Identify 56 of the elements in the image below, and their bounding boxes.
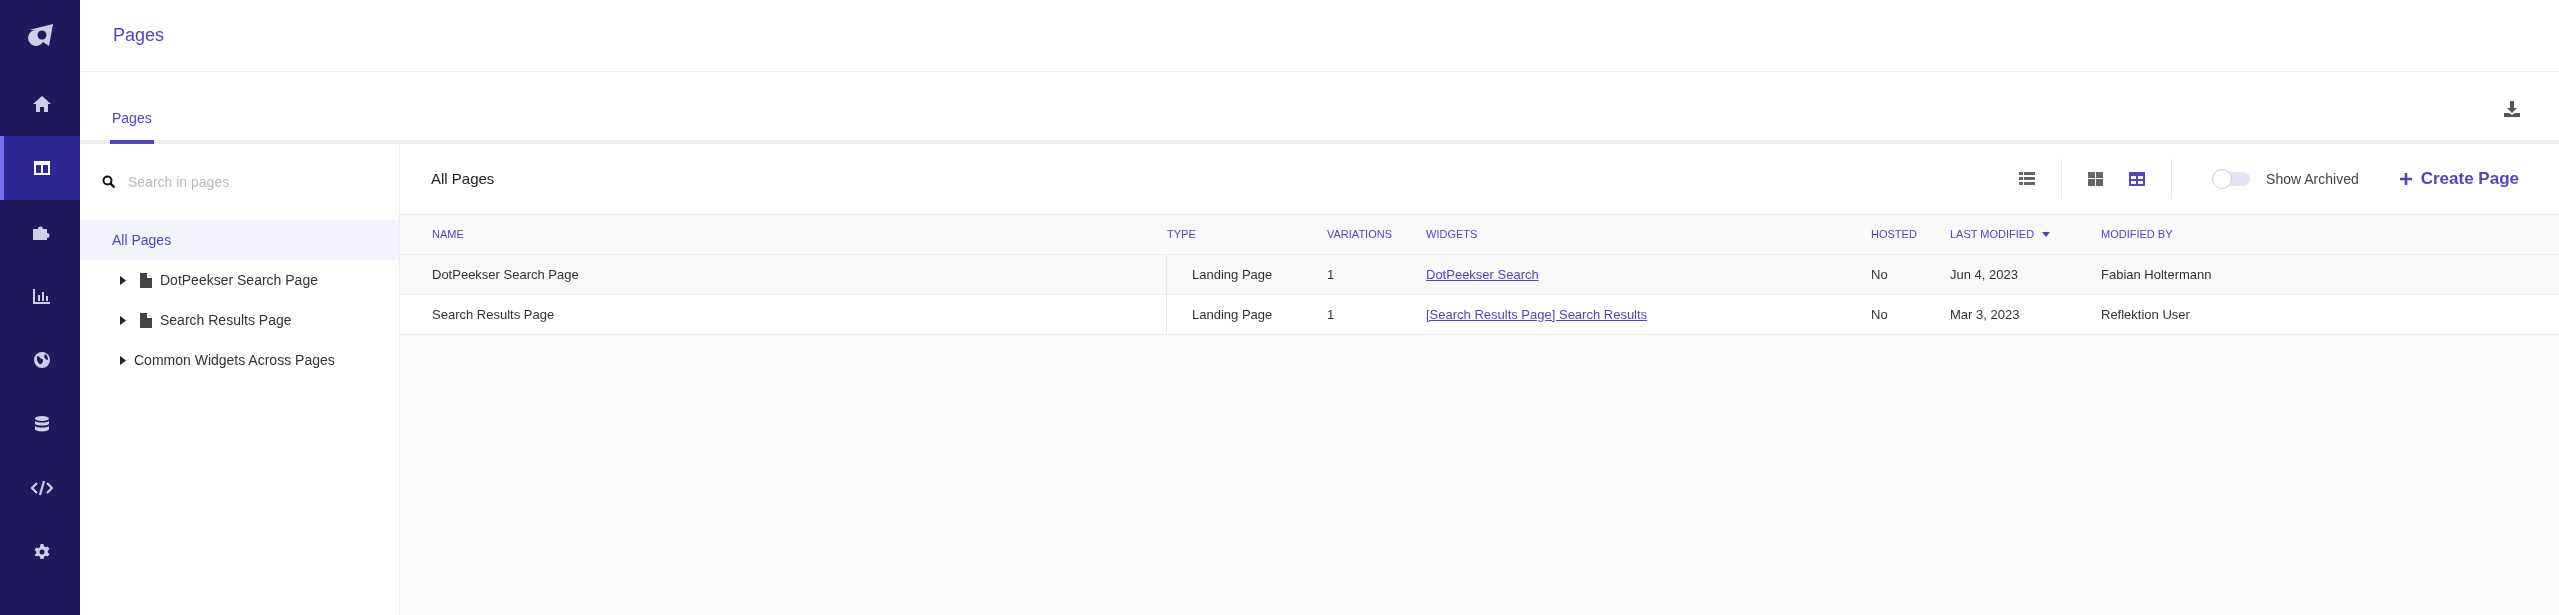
caret-right-icon bbox=[120, 355, 126, 365]
table-cell-text: Reflektion User bbox=[2101, 305, 2190, 324]
tree-item[interactable]: Common Widgets Across Pages bbox=[80, 340, 399, 380]
widget-link[interactable]: [Search Results Page] Search Results bbox=[1426, 304, 1648, 325]
table-cell-text: No bbox=[1871, 305, 1888, 324]
download-button[interactable] bbox=[2503, 100, 2521, 118]
view-toggle-button[interactable] bbox=[2086, 170, 2106, 188]
table-cell-text: Landing Page bbox=[1192, 305, 1273, 324]
file-icon bbox=[140, 272, 152, 288]
view-toggle-button[interactable] bbox=[2017, 170, 2038, 188]
table-cell-text: 1 bbox=[1327, 305, 1335, 324]
toggle-switch[interactable] bbox=[2212, 169, 2251, 189]
nav-item[interactable] bbox=[0, 136, 80, 200]
view-toggle-button[interactable] bbox=[2127, 170, 2148, 188]
column-header[interactable]: LAST MODIFIED bbox=[1950, 226, 2051, 243]
widget-link[interactable]: DotPeekser Search bbox=[1426, 264, 1539, 285]
column-header[interactable]: HOSTED bbox=[1871, 226, 1917, 243]
tab[interactable]: Pages bbox=[110, 96, 154, 144]
search-field[interactable]: Search in pages bbox=[128, 171, 377, 193]
panel-title: All Pages bbox=[431, 168, 495, 189]
column-header[interactable]: WIDGETS bbox=[1426, 226, 1478, 243]
globe-icon bbox=[33, 351, 51, 369]
sort-down-icon bbox=[2042, 232, 2051, 237]
tree-item[interactable]: DotPeekser Search Page bbox=[80, 260, 399, 300]
caret-right-icon bbox=[120, 315, 126, 325]
column-header[interactable]: TYPE bbox=[1167, 226, 1196, 243]
file-icon bbox=[140, 312, 152, 328]
download-icon bbox=[2503, 100, 2521, 118]
code-icon bbox=[31, 480, 53, 496]
table-cell-text: Mar 3, 2023 bbox=[1950, 305, 2020, 324]
table-cell-text: Landing Page bbox=[1192, 265, 1273, 284]
plus-icon bbox=[2398, 172, 2413, 186]
caret-right-icon bbox=[120, 275, 126, 285]
column-header[interactable]: MODIFIED BY bbox=[2101, 226, 2173, 243]
column-header[interactable]: NAME bbox=[432, 226, 464, 243]
settings-icon bbox=[33, 543, 51, 561]
page-title: Pages bbox=[113, 24, 165, 47]
table-cell-text: Fabian Holtermann bbox=[2101, 265, 2212, 284]
grid-icon bbox=[2088, 172, 2104, 186]
table-icon bbox=[2129, 172, 2146, 186]
search-icon bbox=[102, 175, 116, 189]
table-cell-text: Jun 4, 2023 bbox=[1950, 265, 2018, 284]
database-icon bbox=[34, 415, 50, 433]
table-cell-text: DotPeekser Search Page bbox=[432, 265, 579, 284]
columns-icon bbox=[33, 160, 51, 176]
table-cell-text: No bbox=[1871, 265, 1888, 284]
bar-chart-icon bbox=[33, 288, 51, 304]
create-page-button[interactable]: Create Page bbox=[2398, 166, 2519, 192]
tree-item[interactable]: All Pages bbox=[80, 220, 399, 260]
column-header[interactable]: VARIATIONS bbox=[1327, 226, 1392, 243]
list-icon bbox=[2019, 172, 2036, 186]
tree-item[interactable]: Search Results Page bbox=[80, 300, 399, 340]
table-cell-text: 1 bbox=[1327, 265, 1335, 284]
home-icon bbox=[32, 95, 52, 113]
toggle-label: Show Archived bbox=[2266, 169, 2359, 189]
table-cell-text: Search Results Page bbox=[432, 305, 555, 324]
